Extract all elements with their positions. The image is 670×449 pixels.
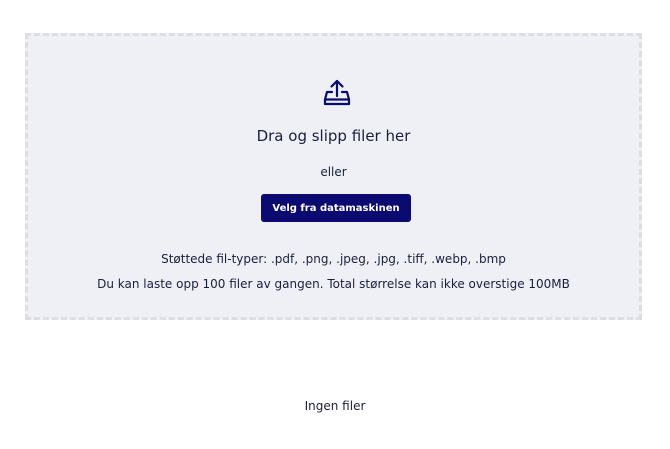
dropzone-title: Dra og slipp filer her xyxy=(256,127,411,145)
upload-limit-text: Du kan laste opp 100 filer av gangen. To… xyxy=(97,277,570,291)
upload-icon xyxy=(322,78,352,108)
choose-from-computer-button[interactable]: Velg fra datamaskinen xyxy=(261,194,411,222)
no-files-text: Ingen filer xyxy=(304,399,366,413)
file-dropzone[interactable]: Dra og slipp filer her eller Velg fra da… xyxy=(25,33,642,320)
or-separator-text: eller xyxy=(320,165,347,179)
supported-file-types-text: Støttede fil-typer: .pdf, .png, .jpeg, .… xyxy=(161,252,506,266)
